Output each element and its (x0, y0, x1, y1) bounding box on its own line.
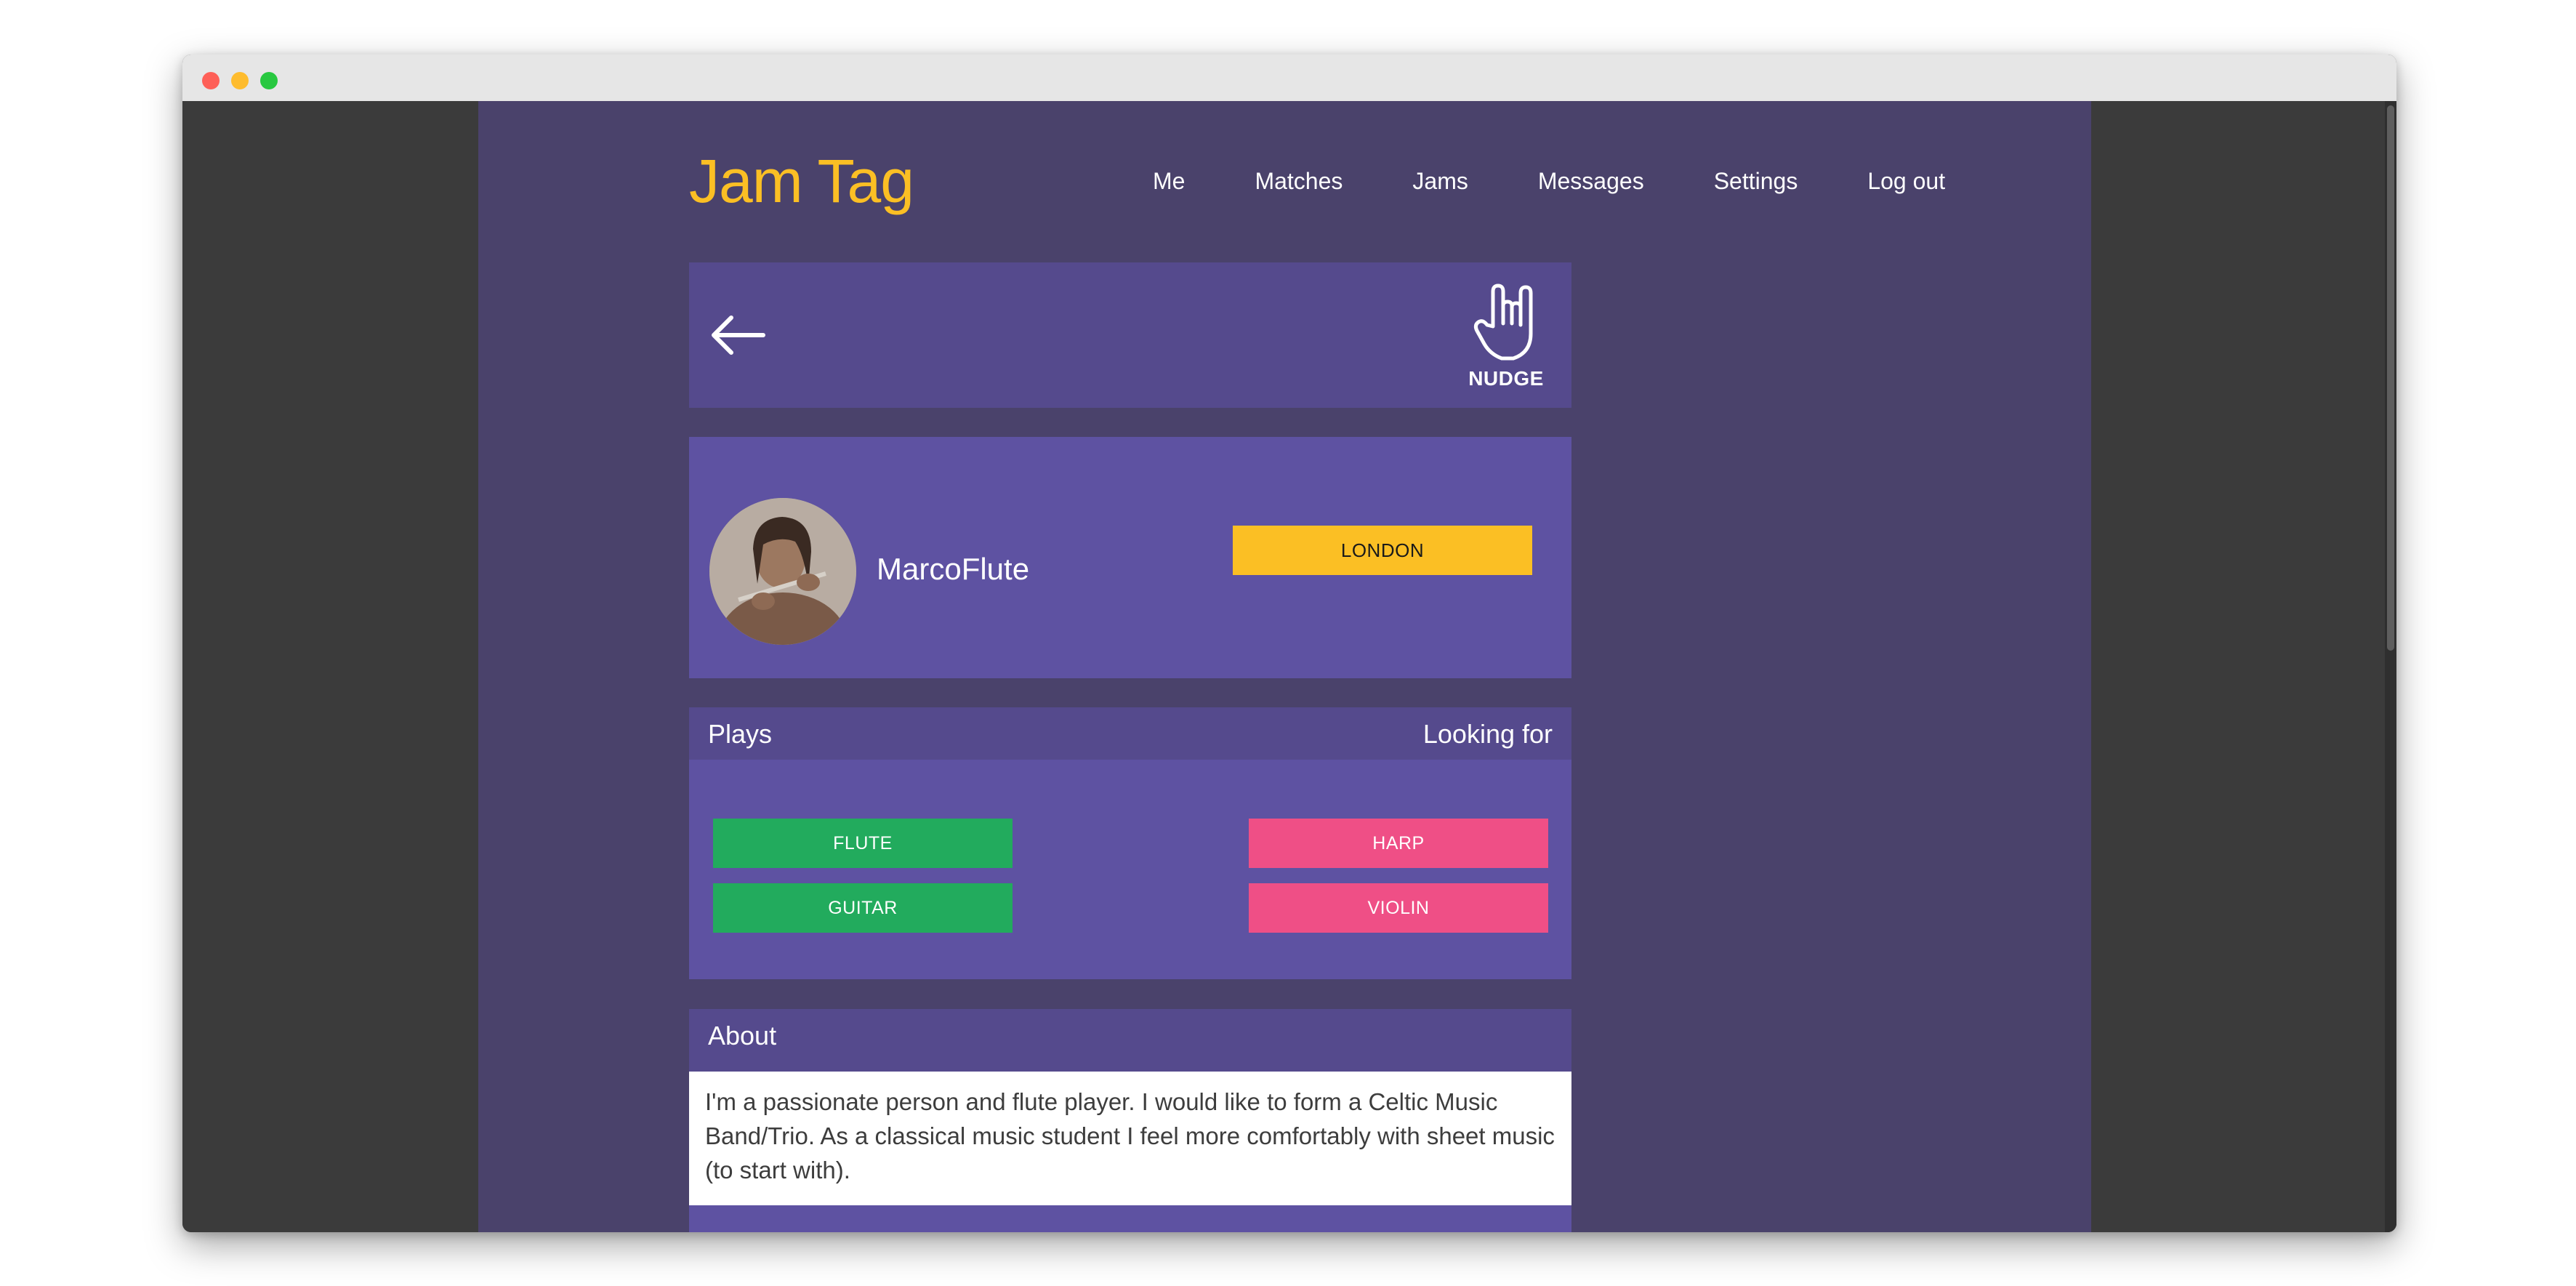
looking-for-heading: Looking for (1422, 719, 1553, 749)
plays-heading: Plays (708, 719, 773, 749)
back-button[interactable] (709, 308, 768, 363)
arrow-left-icon (712, 316, 765, 355)
scrollbar-thumb[interactable] (2387, 105, 2394, 651)
main-nav: Me Matches Jams Messages Settings Log ou… (1153, 168, 1945, 195)
profile-toolbar: NUDGE (689, 262, 1571, 408)
nav-item-matches[interactable]: Matches (1255, 168, 1343, 195)
nav-item-log-out[interactable]: Log out (1867, 168, 1945, 195)
nav-item-messages[interactable]: Messages (1538, 168, 1644, 195)
nav-item-settings[interactable]: Settings (1714, 168, 1798, 195)
avatar-photo (709, 498, 856, 645)
city-badge: LONDON (1233, 526, 1532, 575)
profile-username: MarcoFlute (877, 552, 1030, 586)
maximize-window-button[interactable] (260, 72, 278, 89)
rock-hand-icon (1473, 284, 1533, 361)
browser-window: Jam Tag Me Matches Jams Messages Setting… (182, 55, 2396, 1232)
instruments-card: Plays Looking for FLUTE GUITAR HARP VIOL… (689, 707, 1571, 979)
browser-viewport: Jam Tag Me Matches Jams Messages Setting… (182, 101, 2396, 1232)
about-header: About (689, 1009, 1571, 1072)
looking-for-tag: VIOLIN (1249, 883, 1548, 933)
plays-tag: GUITAR (713, 883, 1013, 933)
about-card: About I'm a passionate person and flute … (689, 1009, 1571, 1232)
nav-item-me[interactable]: Me (1153, 168, 1185, 195)
about-text: I'm a passionate person and flute player… (689, 1072, 1571, 1205)
about-heading: About (708, 1021, 777, 1050)
nudge-button[interactable]: NUDGE (1462, 283, 1550, 390)
profile-card: MarcoFlute LONDON (689, 437, 1571, 678)
page-container: Jam Tag Me Matches Jams Messages Setting… (478, 101, 2091, 1232)
nudge-label: NUDGE (1468, 367, 1544, 390)
nav-item-jams[interactable]: Jams (1412, 168, 1468, 195)
looking-for-tag: HARP (1249, 819, 1548, 868)
page-scrollbar[interactable] (2385, 101, 2396, 1232)
minimize-window-button[interactable] (231, 72, 249, 89)
instruments-header: Plays Looking for (689, 707, 1571, 760)
avatar (709, 498, 856, 645)
plays-tag: FLUTE (713, 819, 1013, 868)
window-titlebar (182, 55, 2396, 101)
close-window-button[interactable] (202, 72, 220, 89)
app-logo[interactable]: Jam Tag (689, 146, 914, 217)
